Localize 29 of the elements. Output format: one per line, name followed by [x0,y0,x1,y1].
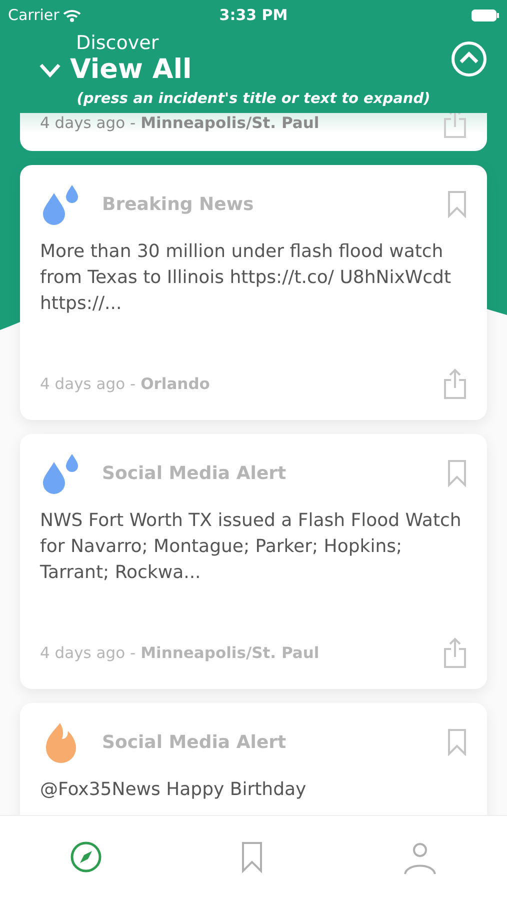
status-time: 3:33 PM [219,6,288,24]
compass-icon [70,841,102,873]
battery-icon [470,8,499,22]
incident-text[interactable]: NWS Fort Worth TX issued a Flash Flood Watch for Navarro; Montague; Parker; Hopkins; Tarrant; Rockwa... [40,508,467,637]
bookmark-icon[interactable] [447,728,467,756]
expand-hint: (press an incident's title or text to expand) [76,91,430,107]
user-tab[interactable] [403,841,438,875]
collapse-button[interactable] [451,40,487,76]
incident-card[interactable]: Breaking News More than 30 million under flash flood watch from Texas to Illinois https://t.co/ U8hNixWcdt https://... 4 days ago - Orlando [20,165,487,420]
bookmark-icon[interactable] [447,190,467,218]
time-location: 4 days ago - Minneapolis/St. Paul [40,114,320,132]
wifi-icon [63,8,82,22]
time-location: 4 days ago - Orlando [40,375,210,393]
carrier-label: Carrier [8,6,60,24]
share-icon[interactable] [443,113,467,139]
share-icon[interactable] [443,368,467,400]
discover-label: Discover [76,32,160,54]
incident-card[interactable]: Social Media Alert NWS Fort Worth TX issued a Flash Flood Watch for Navarro; Montague; Parker; Hopkins; Tarrant; Rockwa... 4 days ago - Minneapolis/St. Paul [20,434,487,689]
time-location: 4 days ago - Minneapolis/St. Paul [40,644,320,662]
incident-text[interactable]: @Fox35News Happy Birthday [40,777,467,815]
bookmark-icon [241,841,264,873]
compass-tab[interactable] [70,841,102,873]
share-icon[interactable] [443,637,467,669]
incident-card[interactable]: Social Media Alert @Fox35News Happy Birthday [20,703,487,815]
bookmark-tab[interactable] [241,841,264,873]
incident-text[interactable]: More than 30 million under flash flood watch from Texas to Illinois https://t.co/ U8hNixWcdt https://... [40,239,467,368]
bookmark-icon[interactable] [447,459,467,487]
user-icon [403,841,438,875]
chevron-icon[interactable] [38,62,62,78]
